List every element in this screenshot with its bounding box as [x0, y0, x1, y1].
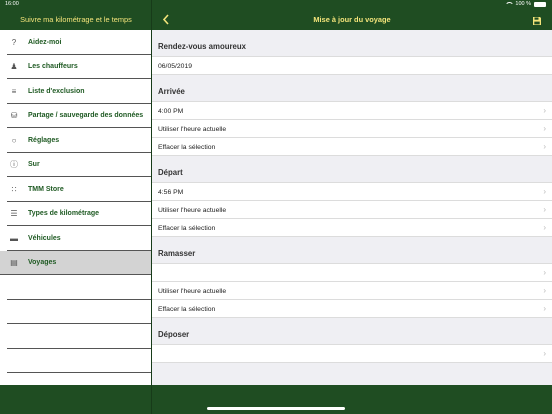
car-icon: ▬	[10, 233, 18, 243]
departure-time-row[interactable]: 4:56 PM ›	[152, 183, 552, 201]
battery-percent: 100 %	[515, 1, 531, 7]
status-bar: 16:00 100 %	[0, 0, 552, 9]
chevron-right-icon: ›	[543, 124, 546, 133]
sidebar-item-trips[interactable]: ▤ Voyages	[0, 250, 151, 275]
pickup-use-current-label: Utiliser l'heure actuelle	[158, 287, 227, 295]
sidebar-item-help[interactable]: ? Aidez-moi	[0, 30, 151, 55]
departure-time-value: 4:56 PM	[158, 188, 184, 196]
chevron-right-icon: ›	[543, 106, 546, 115]
sidebar-item-vehicles[interactable]: ▬ Véhicules	[0, 226, 151, 251]
chevron-right-icon: ›	[543, 349, 546, 358]
section-header-dropoff: Déposer	[158, 330, 190, 339]
date-value: 06/05/2019	[158, 62, 193, 70]
sidebar-item-label: Sur	[28, 161, 40, 169]
home-indicator[interactable]	[207, 407, 345, 410]
chevron-right-icon: ›	[543, 268, 546, 277]
departure-use-current-time-row[interactable]: Utiliser l'heure actuelle ›	[152, 201, 552, 219]
arrival-use-current-label: Utiliser l'heure actuelle	[158, 125, 227, 133]
person-icon: ♟	[10, 62, 18, 72]
split-divider	[151, 385, 152, 414]
arrival-clear-label: Effacer la sélection	[158, 143, 216, 151]
section-header-arrival: Arrivée	[158, 87, 185, 96]
section-header-pickup: Ramasser	[158, 249, 196, 258]
sidebar-item-store[interactable]: ∷ TMM Store	[0, 177, 151, 202]
status-time: 16:00	[5, 1, 19, 7]
chevron-right-icon: ›	[543, 304, 546, 313]
battery-icon	[534, 1, 546, 7]
chevron-right-icon: ›	[543, 187, 546, 196]
sidebar-item-share-backup[interactable]: ⛁ Partage / sauvegarde des données	[0, 104, 151, 129]
sidebar-item-label: Types de kilométrage	[28, 210, 100, 218]
page-title: Mise à jour du voyage	[313, 15, 391, 24]
pickup-use-current-time-row[interactable]: Utiliser l'heure actuelle ›	[152, 282, 552, 300]
save-button[interactable]	[532, 13, 542, 25]
info-icon: ⓘ	[10, 160, 18, 170]
section-header-departure: Départ	[158, 168, 183, 177]
sidebar-item-label: Partage / sauvegarde des données	[28, 112, 144, 120]
date-row[interactable]: 06/05/2019	[152, 57, 552, 75]
sidebar-item-label: Voyages	[28, 259, 57, 267]
sidebar-item-exclusion-list[interactable]: ≡ Liste d'exclusion	[0, 79, 151, 104]
dropoff-location-row[interactable]: ›	[152, 345, 552, 363]
empty-row	[0, 349, 151, 374]
arrival-time-row[interactable]: 4:00 PM ›	[152, 102, 552, 120]
sidebar-item-label: Réglages	[28, 136, 60, 144]
empty-row	[0, 300, 151, 325]
bottom-bar	[0, 385, 552, 414]
sidebar-item-mileage-types[interactable]: ☰ Types de kilométrage	[0, 202, 151, 227]
departure-clear-row[interactable]: Effacer la sélection ›	[152, 219, 552, 237]
clipboard-icon: ▤	[10, 258, 18, 268]
sidebar-item-label: Aidez-moi	[28, 38, 62, 46]
list-icon: ☰	[10, 209, 18, 219]
pickup-clear-row[interactable]: Effacer la sélection ›	[152, 300, 552, 318]
grid-icon: ∷	[11, 184, 17, 194]
pickup-location-row[interactable]: ›	[152, 264, 552, 282]
arrival-clear-row[interactable]: Effacer la sélection ›	[152, 138, 552, 156]
arrival-use-current-time-row[interactable]: Utiliser l'heure actuelle ›	[152, 120, 552, 138]
chevron-right-icon: ›	[543, 142, 546, 151]
status-right: 100 %	[505, 1, 546, 7]
floppy-disk-icon	[533, 17, 541, 25]
wifi-icon	[505, 1, 515, 7]
sidebar-item-label: TMM Store	[28, 185, 64, 193]
sidebar-item-about[interactable]: ⓘ Sur	[0, 153, 151, 178]
departure-use-current-label: Utiliser l'heure actuelle	[158, 206, 227, 214]
sidebar-item-label: Les chauffeurs	[28, 63, 78, 71]
pickup-clear-label: Effacer la sélection	[158, 305, 216, 313]
sidebar-title: Suivre ma kilométrage et le temps	[20, 15, 132, 24]
chevron-right-icon: ›	[543, 223, 546, 232]
sidebar: ? Aidez-moi ♟ Les chauffeurs ≡ Liste d'e…	[0, 30, 151, 385]
gear-icon: ○	[11, 135, 17, 145]
sidebar-item-label: Liste d'exclusion	[28, 87, 85, 95]
chevron-right-icon: ›	[543, 286, 546, 295]
database-icon: ⛁	[10, 111, 18, 121]
list-trash-icon: ≡	[11, 86, 17, 96]
empty-row	[0, 275, 151, 300]
section-header-date: Rendez-vous amoureux	[158, 42, 246, 51]
navigation-bar: Suivre ma kilométrage et le temps Mise à…	[0, 9, 552, 30]
sidebar-item-label: Véhicules	[28, 234, 61, 242]
trip-form: Rendez-vous amoureux 06/05/2019 Arrivée …	[152, 30, 552, 385]
sidebar-item-settings[interactable]: ○ Réglages	[0, 128, 151, 153]
departure-clear-label: Effacer la sélection	[158, 224, 216, 232]
empty-row	[0, 324, 151, 349]
arrival-time-value: 4:00 PM	[158, 107, 184, 115]
question-mark-icon: ?	[11, 37, 17, 47]
sidebar-item-drivers[interactable]: ♟ Les chauffeurs	[0, 55, 151, 80]
chevron-right-icon: ›	[543, 205, 546, 214]
